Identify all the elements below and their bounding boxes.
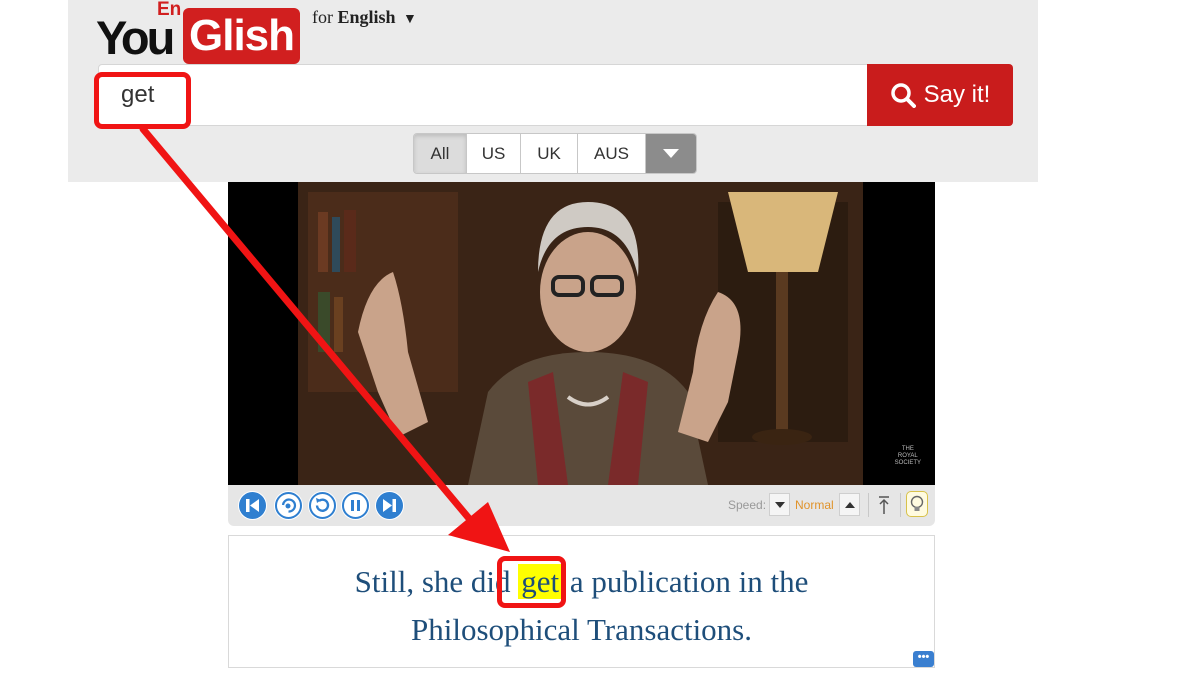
replay-slow-button[interactable] — [274, 491, 303, 520]
controls-divider — [900, 493, 901, 517]
tips-button[interactable] — [906, 491, 928, 517]
youglish-logo[interactable]: You En Glish — [96, 0, 306, 64]
logo-en-text: En — [157, 0, 182, 20]
caption-line-2: Philosophical Transactions. — [410, 612, 752, 647]
language-name: English — [337, 7, 396, 27]
pause-button[interactable] — [341, 491, 370, 520]
watermark-line: SOCIETY — [894, 460, 921, 466]
royal-society-watermark: THE ROYAL SOCIETY — [895, 446, 921, 467]
controls-divider — [868, 493, 869, 517]
language-prefix: for — [312, 7, 333, 27]
annotation-box-caption — [497, 556, 566, 608]
watermark-line: THE — [901, 446, 914, 452]
next-button[interactable] — [375, 491, 404, 520]
accent-label: AUS — [594, 143, 629, 163]
language-picker[interactable]: for English ▼ — [312, 7, 417, 28]
speed-label: Speed: — [728, 498, 767, 512]
accent-us-button[interactable]: US — [467, 134, 521, 173]
logo-glish-text: Glish — [183, 8, 301, 64]
caption-after: a publication in the — [562, 564, 809, 599]
accent-more-button[interactable] — [646, 134, 696, 173]
more-options-button[interactable]: ••• — [913, 651, 934, 667]
player-controls: Speed: Normal — [228, 485, 935, 526]
search-input[interactable] — [98, 64, 868, 126]
caret-down-icon — [774, 501, 785, 508]
accent-filter: All US UK AUS — [413, 133, 697, 174]
caption-text: Still, she did get a publication in the … — [229, 558, 934, 654]
accent-label: US — [481, 143, 506, 163]
lightbulb-icon — [910, 495, 924, 511]
previous-button[interactable] — [238, 491, 267, 520]
caret-down-icon: ▼ — [403, 12, 417, 27]
say-it-button[interactable]: Say it! — [867, 64, 1013, 126]
chevron-down-icon — [663, 148, 679, 158]
speed-down-button[interactable] — [769, 493, 790, 516]
accent-all-button[interactable]: All — [414, 134, 467, 173]
annotation-box-search — [94, 72, 191, 129]
speed-up-button[interactable] — [839, 493, 860, 516]
skip-next-icon — [376, 492, 403, 519]
accent-uk-button[interactable]: UK — [521, 134, 578, 173]
caption-line-1: Still, she did get a publication in the — [229, 558, 934, 606]
watermark-line: ROYAL — [897, 453, 918, 459]
video-scene-illustration — [298, 182, 863, 485]
search-icon — [890, 83, 916, 108]
caption-before: Still, she did — [354, 564, 519, 599]
caret-up-icon — [844, 501, 855, 508]
replay-turtle-icon — [275, 492, 302, 519]
youglish-page: You En Glish for English ▼ Say it! All U… — [0, 0, 1200, 675]
scroll-top-button[interactable] — [874, 493, 894, 517]
speed-value: Normal — [795, 498, 834, 512]
video-player[interactable]: THE ROYAL SOCIETY — [228, 182, 935, 485]
video-frame-image — [298, 182, 863, 485]
accent-label: UK — [537, 143, 561, 163]
accent-aus-button[interactable]: AUS — [578, 134, 646, 173]
pause-icon — [342, 492, 369, 519]
replay-icon — [309, 492, 336, 519]
skip-previous-icon — [239, 492, 266, 519]
say-it-label: Say it! — [923, 81, 991, 108]
accent-label: All — [430, 143, 450, 163]
replay-button[interactable] — [308, 491, 337, 520]
caption-panel: Still, she did get a publication in the … — [228, 535, 935, 668]
arrow-up-icon — [879, 496, 889, 514]
